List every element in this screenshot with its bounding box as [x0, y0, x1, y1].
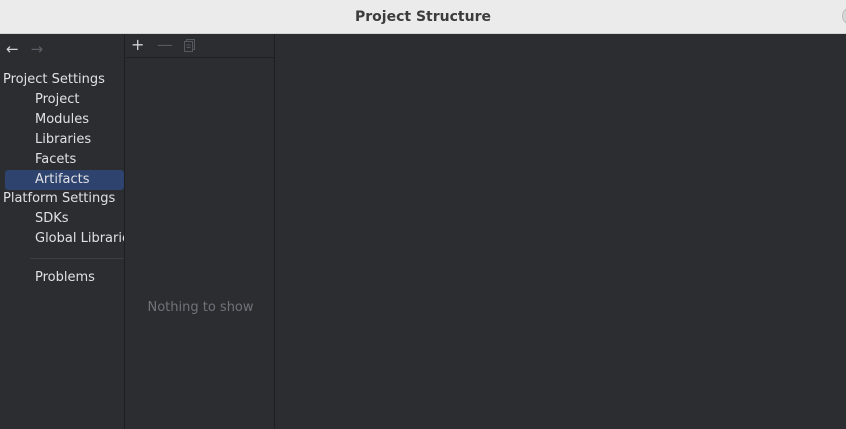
arrow-left-icon[interactable]: ← [6, 41, 19, 57]
nav-arrows: ← → [6, 41, 43, 57]
empty-list-text: Nothing to show [147, 300, 254, 315]
minus-icon[interactable]: — [157, 36, 173, 54]
window-title: Project Structure [355, 8, 491, 25]
sidebar-item-libraries[interactable]: Libraries [5, 130, 124, 150]
sidebar-item-facets[interactable]: Facets [5, 150, 124, 170]
sidebar-item-sdks[interactable]: SDKs [5, 209, 124, 229]
list-toolbar: + — [126, 34, 275, 58]
title-bar: Project Structure [0, 0, 846, 34]
sidebar-item-problems[interactable]: Problems [5, 268, 124, 288]
project-settings-header: Project Settings [3, 72, 105, 87]
artifacts-list-panel: + — Nothing to show [126, 34, 275, 429]
sidebar-item-artifacts[interactable]: Artifacts [5, 170, 124, 190]
sidebar: ← → Project Settings Project Modules Lib… [0, 34, 125, 429]
platform-settings-header: Platform Settings [3, 191, 116, 206]
sidebar-divider [30, 258, 124, 259]
sidebar-item-project[interactable]: Project [5, 90, 124, 110]
window-control-button[interactable] [842, 7, 846, 25]
plus-icon[interactable]: + [131, 36, 144, 54]
arrow-right-icon[interactable]: → [31, 41, 44, 57]
copy-icon[interactable] [184, 38, 195, 52]
sidebar-item-modules[interactable]: Modules [5, 110, 124, 130]
sidebar-item-global-libraries[interactable]: Global Librarie [5, 229, 124, 249]
details-panel [276, 34, 846, 429]
